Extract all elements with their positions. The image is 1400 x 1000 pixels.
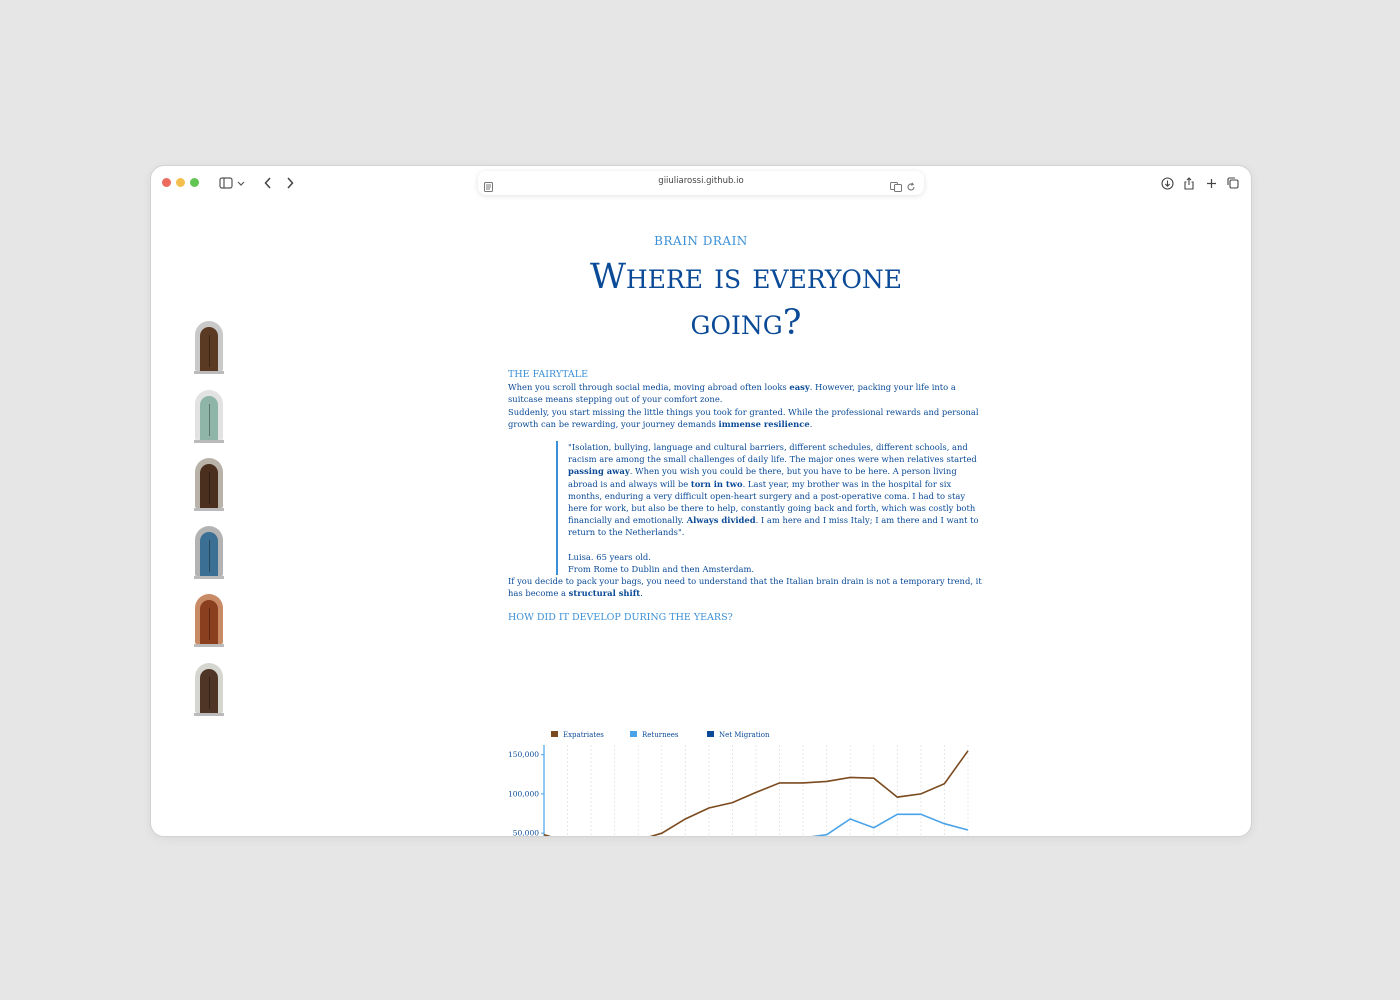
tab-overview-button[interactable] <box>1225 174 1241 192</box>
chevron-right-icon <box>287 177 294 189</box>
chart-grid <box>543 745 969 836</box>
door-leaf <box>200 669 218 713</box>
door-leaf <box>200 600 218 644</box>
minimize-window-button[interactable] <box>176 178 185 187</box>
door-thumbnail-3[interactable] <box>194 458 224 511</box>
door-leaf <box>200 396 218 440</box>
paragraph-intro: When you scroll through social media, mo… <box>508 382 956 405</box>
legend-swatch-2 <box>630 731 637 737</box>
download-icon <box>1160 176 1174 190</box>
migration-line-chart: Expatriates Returnees Net Migration 150,00… <box>508 731 969 837</box>
browser-toolbar: giiuliarossi.github.io <box>151 166 1251 200</box>
door-leaf <box>200 327 218 371</box>
y-tick-label: 100,000 <box>508 789 539 798</box>
y-tick-label: 50,000 <box>513 829 539 837</box>
chart-y-axis: 150,000 100,000 50,000 <box>508 745 545 837</box>
y-tick-label: 150,000 <box>508 750 539 759</box>
legend-label-3: Net Migration <box>719 731 770 739</box>
legend-swatch-1 <box>551 731 558 737</box>
sidebar-toggle-button[interactable] <box>213 174 253 192</box>
reload-icon[interactable] <box>906 177 916 196</box>
downloads-button[interactable] <box>1159 174 1175 192</box>
door-thumbnail-1[interactable] <box>194 321 224 374</box>
testimonial-quote: "Isolation, bullying, language and cultu… <box>556 441 982 576</box>
page-title: Where is everyone going? <box>589 257 903 343</box>
browser-window: giiuliarossi.github.io BRAIN DRAIN Where… <box>150 165 1252 837</box>
door-thumbnail-4[interactable] <box>194 526 224 579</box>
legend-label-1: Expatriates <box>563 731 604 739</box>
address-bar[interactable]: giiuliarossi.github.io <box>478 171 924 195</box>
article-body: THE FAIRYTALE When you scroll through so… <box>508 369 988 625</box>
paragraph-structural-shift: If you decide to pack your bags, you nee… <box>508 576 982 599</box>
back-button[interactable] <box>259 174 277 192</box>
legend-swatch-3 <box>707 731 714 737</box>
chart-legend: Expatriates Returnees Net Migration <box>551 731 770 739</box>
share-icon <box>1184 176 1194 190</box>
share-button[interactable] <box>1181 174 1197 192</box>
tabs-icon <box>1227 177 1239 189</box>
sidebar-icon <box>219 177 245 189</box>
zoom-window-button[interactable] <box>190 178 199 187</box>
article-kicker: BRAIN DRAIN <box>654 234 748 248</box>
door-leaf <box>200 532 218 576</box>
plus-icon <box>1206 178 1216 188</box>
door-thumbnail-6[interactable] <box>194 663 224 716</box>
door-thumbnail-2[interactable] <box>194 390 224 443</box>
door-thumbnail-5[interactable] <box>194 594 224 647</box>
quote-text: "Isolation, bullying, language and cultu… <box>568 442 979 538</box>
forward-button[interactable] <box>281 174 299 192</box>
paragraph-resilience: Suddenly, you start missing the little t… <box>508 406 979 429</box>
legend-label-2: Returnees <box>642 731 679 739</box>
close-window-button[interactable] <box>162 178 171 187</box>
quote-origin: From Rome to Dublin and then Amsterdam. <box>568 563 755 574</box>
door-leaf <box>200 464 218 508</box>
url-text: giiuliarossi.github.io <box>658 176 744 186</box>
section-title-fairytale: THE FAIRYTALE <box>508 369 589 380</box>
translate-icon[interactable] <box>890 177 902 196</box>
chevron-left-icon <box>264 177 271 189</box>
new-tab-button[interactable] <box>1203 174 1219 192</box>
toolbar-right-group <box>1159 174 1241 192</box>
section-title-years: HOW DID IT DEVELOP DURING THE YEARS? <box>508 612 733 624</box>
quote-author: Luisa. 65 years old. <box>568 551 651 562</box>
